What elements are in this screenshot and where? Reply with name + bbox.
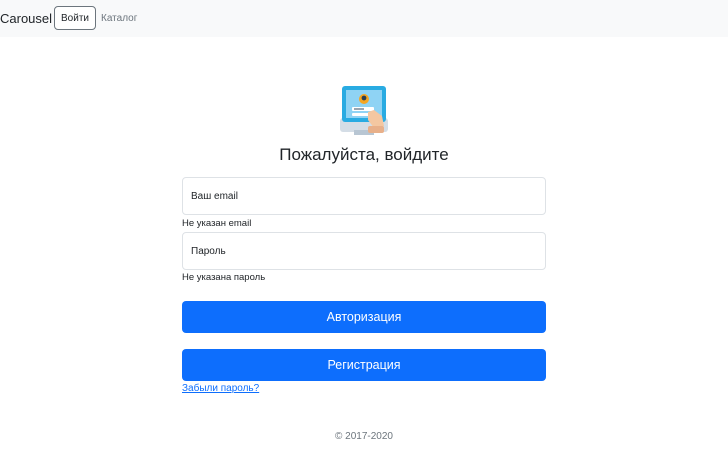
brand-link[interactable]: Carousel: [0, 11, 52, 26]
computer-login-icon: [338, 82, 390, 138]
navbar: Carousel Войти Каталог: [0, 0, 728, 37]
nav-catalog-link[interactable]: Каталог: [101, 13, 137, 24]
password-error-text: Не указана пароль: [182, 272, 266, 283]
email-error-text: Не указан email: [182, 218, 252, 229]
nav-login-button[interactable]: Войти: [54, 6, 96, 30]
page-title: Пожалуйста, войдите: [279, 145, 449, 164]
forgot-password-link[interactable]: Забыли пароль?: [182, 383, 259, 394]
email-field[interactable]: [182, 177, 546, 215]
password-field[interactable]: [182, 232, 546, 270]
footer-copyright: © 2017-2020: [335, 431, 393, 442]
login-button[interactable]: Авторизация: [182, 301, 546, 333]
register-button[interactable]: Регистрация: [182, 349, 546, 381]
